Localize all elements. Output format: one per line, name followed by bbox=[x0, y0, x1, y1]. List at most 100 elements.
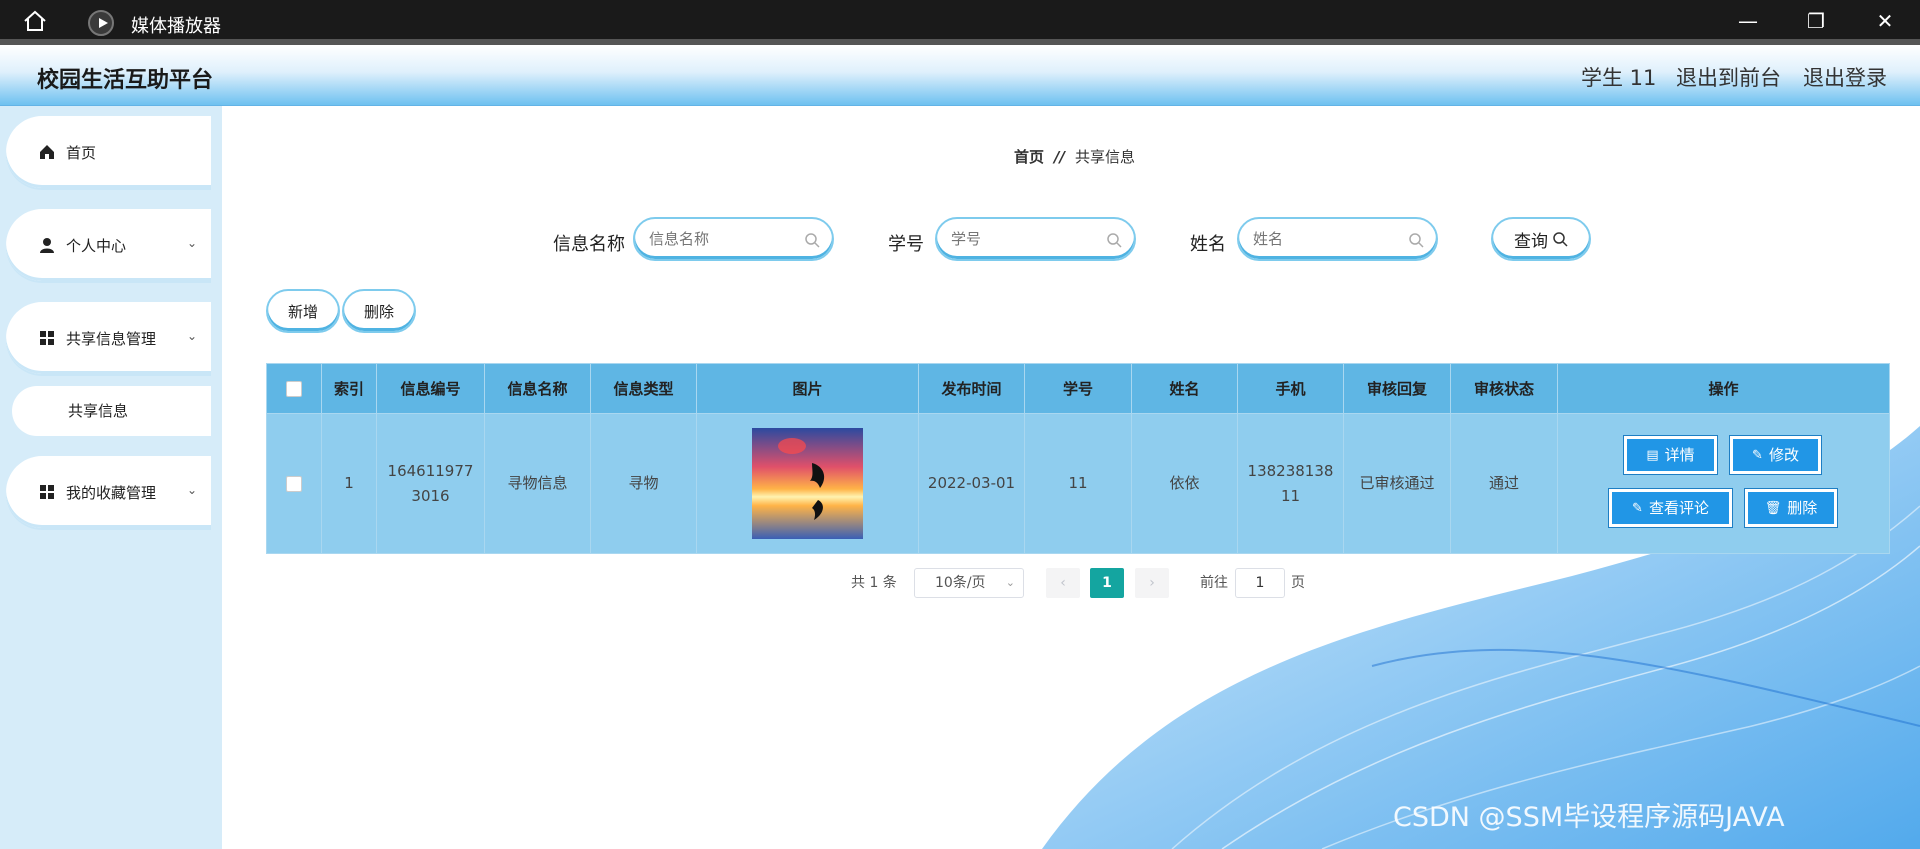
sidebar-item-label: 首页 bbox=[66, 143, 97, 162]
column-header: 信息编号 bbox=[376, 363, 485, 414]
delete-selected-button[interactable]: 删除 bbox=[342, 289, 416, 333]
cell-review-reply: 已审核通过 bbox=[1343, 413, 1451, 554]
column-header: 操作 bbox=[1557, 363, 1890, 414]
cell-image bbox=[696, 413, 919, 554]
cell-publish-time: 2022-03-01 bbox=[918, 413, 1025, 554]
sidebar-item-label: 共享信息管理 bbox=[66, 329, 157, 348]
breadcrumb: 首页 // 共享信息 bbox=[1014, 146, 1135, 167]
column-header: 索引 bbox=[321, 363, 377, 414]
close-button[interactable]: ✕ bbox=[1865, 6, 1905, 36]
info-name-label: 信息名称 bbox=[553, 234, 625, 255]
current-user: 学生 11 bbox=[1581, 66, 1657, 90]
edit-icon: ✎ bbox=[1632, 500, 1643, 516]
chevron-down-icon: ⌄ bbox=[186, 236, 197, 250]
grid-icon bbox=[38, 483, 56, 501]
person-name-input[interactable] bbox=[1253, 230, 1433, 248]
detail-button[interactable]: ▤ 详情 bbox=[1623, 435, 1718, 475]
goto-prefix: 前往 bbox=[1200, 575, 1228, 591]
column-header: 学号 bbox=[1024, 363, 1132, 414]
search-icon bbox=[805, 233, 820, 248]
cell-review-status: 通过 bbox=[1450, 413, 1558, 554]
table-header-row: 索引 信息编号 信息名称 信息类型 图片 发布时间 学号 姓名 手机 审核回复 … bbox=[266, 363, 1890, 414]
page-size-value: 10条/页 bbox=[935, 575, 986, 591]
media-player-icon bbox=[88, 10, 114, 36]
window-title: 媒体播放器 bbox=[131, 16, 221, 37]
person-name-search-box bbox=[1237, 217, 1438, 261]
delete-row-button[interactable]: 🗑 删除 bbox=[1744, 488, 1838, 528]
row-select-cell bbox=[266, 413, 322, 554]
column-header: 信息名称 bbox=[484, 363, 591, 414]
column-header: 审核回复 bbox=[1343, 363, 1451, 414]
query-button-label: 查询 bbox=[1514, 231, 1548, 252]
minimize-button[interactable]: — bbox=[1728, 6, 1768, 36]
row-checkbox[interactable] bbox=[286, 475, 302, 492]
sidebar-item-home[interactable]: 首页 bbox=[6, 116, 211, 188]
home-icon[interactable] bbox=[22, 10, 48, 32]
home-icon bbox=[38, 143, 56, 161]
chevron-down-icon: ⌄ bbox=[186, 329, 197, 343]
column-header: 手机 bbox=[1237, 363, 1344, 414]
back-to-front-link[interactable]: 退出到前台 bbox=[1676, 62, 1781, 92]
goto-suffix: 页 bbox=[1291, 575, 1305, 591]
document-icon: ▤ bbox=[1646, 447, 1659, 463]
search-icon bbox=[1553, 232, 1568, 247]
app-title: 校园生活互助平台 bbox=[37, 68, 214, 93]
column-header: 图片 bbox=[696, 363, 919, 414]
cell-operations: ▤ 详情 ✎ 修改 ✎ 查看评论 🗑 删除 bbox=[1557, 413, 1890, 554]
chevron-down-icon: ⌄ bbox=[186, 483, 197, 497]
student-id-search-box bbox=[935, 217, 1136, 261]
query-button[interactable]: 查询 bbox=[1491, 217, 1591, 261]
column-header: 审核状态 bbox=[1450, 363, 1558, 414]
info-name-search-box bbox=[633, 217, 834, 261]
select-all-checkbox[interactable] bbox=[286, 381, 302, 397]
sidebar-item-label: 我的收藏管理 bbox=[66, 483, 157, 502]
app-header: 校园生活互助平台 学生 11 退出到前台 退出登录 bbox=[0, 45, 1920, 106]
cell-index: 1 bbox=[321, 413, 377, 554]
column-header: 姓名 bbox=[1131, 363, 1238, 414]
student-id-label: 学号 bbox=[888, 234, 924, 255]
cell-code: 1646119773016 bbox=[376, 413, 485, 554]
window-titlebar: 媒体播放器 — ❐ ✕ bbox=[0, 0, 1920, 39]
column-header: 发布时间 bbox=[918, 363, 1025, 414]
sidebar-subitem-share-info[interactable]: 共享信息 bbox=[12, 386, 211, 436]
edit-button[interactable]: ✎ 修改 bbox=[1729, 435, 1822, 475]
detail-label: 详情 bbox=[1664, 445, 1695, 464]
person-name-label: 姓名 bbox=[1190, 234, 1226, 255]
cell-type: 寻物 bbox=[590, 413, 697, 554]
main-content: 首页 // 共享信息 信息名称 学号 姓名 查询 新增 删除 bbox=[222, 106, 1920, 849]
sidebar-item-share-manage[interactable]: 共享信息管理 ⌄ bbox=[6, 302, 211, 374]
search-icon bbox=[1107, 233, 1122, 248]
view-comments-button[interactable]: ✎ 查看评论 bbox=[1608, 488, 1733, 528]
search-icon bbox=[1409, 233, 1424, 248]
sidebar-item-favorites[interactable]: 我的收藏管理 ⌄ bbox=[6, 456, 211, 528]
student-id-input[interactable] bbox=[951, 230, 1131, 248]
cell-phone: 13823813811 bbox=[1237, 413, 1344, 554]
prev-page-button[interactable]: ‹ bbox=[1046, 568, 1080, 598]
page-size-select[interactable]: 10条/页 ⌄ bbox=[914, 568, 1024, 598]
sidebar-item-label: 个人中心 bbox=[66, 236, 127, 255]
cell-person-name: 依依 bbox=[1131, 413, 1238, 554]
column-header: 信息类型 bbox=[590, 363, 697, 414]
watermark-text: CSDN @SSM毕设程序源码JAVA bbox=[1393, 802, 1785, 833]
trash-icon: 🗑 bbox=[1764, 500, 1782, 516]
maximize-button[interactable]: ❐ bbox=[1796, 6, 1836, 36]
add-button[interactable]: 新增 bbox=[266, 289, 340, 333]
dolphin-sunset-thumbnail[interactable] bbox=[752, 428, 863, 539]
current-page-button[interactable]: 1 bbox=[1090, 568, 1124, 598]
logout-link[interactable]: 退出登录 bbox=[1803, 62, 1887, 92]
goto-page-input[interactable]: 1 bbox=[1235, 568, 1285, 598]
info-name-input[interactable] bbox=[649, 230, 829, 248]
chevron-down-icon: ⌄ bbox=[1005, 576, 1015, 589]
sidebar-item-profile[interactable]: 个人中心 ⌄ bbox=[6, 209, 211, 281]
breadcrumb-current: 共享信息 bbox=[1074, 148, 1135, 166]
next-page-button[interactable]: › bbox=[1135, 568, 1169, 598]
edit-label: 修改 bbox=[1768, 445, 1799, 464]
select-all-cell bbox=[266, 363, 322, 414]
cell-student-id: 11 bbox=[1024, 413, 1132, 554]
cell-name: 寻物信息 bbox=[484, 413, 591, 554]
breadcrumb-home[interactable]: 首页 bbox=[1014, 148, 1044, 166]
view-comments-label: 查看评论 bbox=[1648, 498, 1709, 517]
share-info-table: 索引 信息编号 信息名称 信息类型 图片 发布时间 学号 姓名 手机 审核回复 … bbox=[266, 363, 1890, 554]
breadcrumb-separator: // bbox=[1054, 148, 1065, 166]
pagination-total: 共 1 条 bbox=[851, 575, 897, 591]
